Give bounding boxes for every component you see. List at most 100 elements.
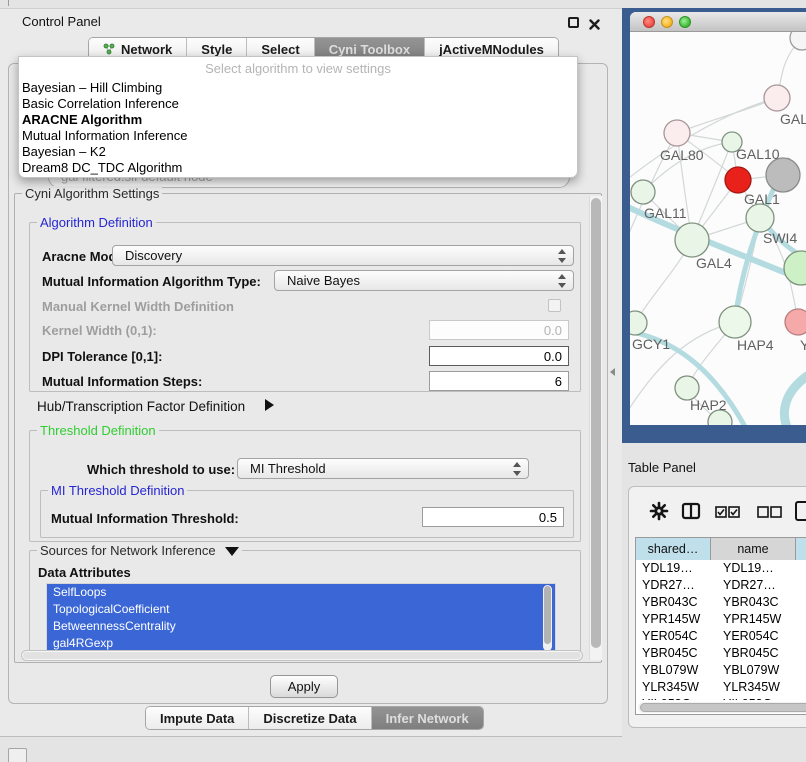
- settings-horizontal-scrollbar-thumb[interactable]: [23, 652, 581, 659]
- function-builder-icon[interactable]: [795, 501, 806, 526]
- algorithm-option[interactable]: Mutual Information Inference: [19, 128, 577, 144]
- table-row[interactable]: YBR045CYBR045C9.: [636, 645, 806, 662]
- column-header-partial[interactable]: [796, 538, 806, 560]
- stepper-icon: [512, 462, 521, 476]
- network-node[interactable]: [764, 85, 790, 111]
- which-threshold-select[interactable]: MI Threshold: [237, 458, 529, 479]
- split-columns-icon[interactable]: [681, 501, 701, 526]
- apply-button[interactable]: Apply: [270, 675, 338, 698]
- table-row[interactable]: YLR345WYLR345W9.: [636, 679, 806, 696]
- algorithm-option[interactable]: Bayesian – K2: [19, 144, 577, 160]
- settings-vertical-scrollbar: [589, 196, 602, 660]
- table-row[interactable]: YBR043CYBR043C: [636, 594, 806, 611]
- algorithm-option[interactable]: Dream8 DC_TDC Algorithm: [19, 160, 577, 176]
- checked-columns-icon[interactable]: [715, 505, 741, 523]
- table-cell: YIL053C: [711, 696, 796, 700]
- network-node[interactable]: [675, 223, 709, 257]
- hub-section-label: Hub/Transcription Factor Definition: [37, 399, 245, 414]
- tab-jactivemnodules-label: jActiveMNodules: [439, 42, 544, 57]
- network-node[interactable]: [719, 306, 751, 338]
- mi-threshold-group: MI Threshold Definition Mutual Informati…: [40, 490, 574, 538]
- network-window-titlebar[interactable]: [630, 12, 806, 32]
- algorithm-option[interactable]: Basic Correlation Inference: [19, 96, 577, 112]
- table-horizontal-scrollbar-thumb[interactable]: [640, 703, 806, 712]
- network-node[interactable]: [664, 120, 690, 146]
- settings-vertical-scrollbar-thumb[interactable]: [591, 198, 601, 648]
- table-cell: 9.: [796, 645, 806, 662]
- attributes-scrollbar-thumb[interactable]: [544, 586, 551, 644]
- tab-discretize-data-label: Discretize Data: [263, 711, 356, 726]
- table-cell: YDR27…: [711, 577, 796, 594]
- table-row[interactable]: YPR145WYPR145W9.: [636, 611, 806, 628]
- table-row[interactable]: YBL079WYBL079W: [636, 662, 806, 679]
- mi-threshold-label: Mutual Information Threshold:: [51, 511, 239, 526]
- data-attributes-list: SelfLoopsTopologicalCoefficientBetweenne…: [46, 583, 556, 655]
- algorithm-list: Bayesian – Hill ClimbingBasic Correlatio…: [19, 80, 577, 176]
- network-node[interactable]: [725, 167, 751, 193]
- table-cell: 8.: [796, 628, 806, 645]
- network-edge-highlighted: [784, 374, 806, 425]
- network-node[interactable]: [746, 204, 774, 232]
- network-node-label: GAL4: [696, 255, 732, 271]
- network-node-label: HAP2: [690, 397, 727, 413]
- algorithm-option[interactable]: Bayesian – Hill Climbing: [19, 80, 577, 96]
- minimized-panel-button[interactable]: [8, 748, 27, 762]
- network-node[interactable]: [785, 309, 806, 335]
- column-header-shared-name[interactable]: shared…: [636, 538, 711, 560]
- table-cell: YER054C: [711, 628, 796, 645]
- column-header-name[interactable]: name: [711, 538, 796, 560]
- panel-splitter-collapse-arrow[interactable]: [610, 368, 615, 376]
- collapse-arrow-icon[interactable]: [225, 547, 239, 556]
- algorithm-option[interactable]: ARACNE Algorithm: [19, 112, 577, 128]
- table-header-row: shared… name: [636, 538, 806, 560]
- network-node[interactable]: [631, 180, 655, 204]
- network-node[interactable]: [766, 158, 800, 192]
- algorithm-dropdown-popup: Select algorithm to view settings Bayesi…: [18, 56, 578, 178]
- tab-infer-network[interactable]: Infer Network: [372, 707, 483, 729]
- tab-impute-data[interactable]: Impute Data: [146, 707, 249, 729]
- close-icon: [589, 19, 600, 30]
- network-canvas[interactable]: GALGAL80GAL10GAL11GAL1SWI4GAL4GCY1HAP4YH…: [630, 32, 806, 425]
- sources-title: Sources for Network Inference: [37, 543, 242, 558]
- unchecked-columns-icon[interactable]: [757, 505, 783, 523]
- table-cell: 9: [796, 696, 806, 700]
- network-node-label: SWI4: [763, 230, 797, 246]
- mi-threshold-field[interactable]: 0.5: [422, 507, 564, 527]
- aracne-mode-select[interactable]: Discovery: [112, 245, 574, 266]
- table-cell: YBL079W: [636, 662, 711, 679]
- network-node[interactable]: [630, 311, 647, 335]
- float-panel-button[interactable]: [568, 17, 579, 28]
- network-node-label: GAL: [780, 111, 806, 127]
- close-panel-button[interactable]: [589, 17, 600, 28]
- network-node-label: HAP4: [737, 337, 774, 353]
- table-row[interactable]: YER054CYER054C8.: [636, 628, 806, 645]
- mi-steps-value: 6: [555, 374, 562, 389]
- table-row[interactable]: YDL19…YDL19…13: [636, 560, 806, 577]
- network-edge: [630, 98, 777, 182]
- network-icon: [103, 43, 115, 55]
- tab-select-label: Select: [261, 42, 299, 57]
- screen: Control Panel Network: [0, 0, 806, 762]
- table-horizontal-scrollbar: [638, 702, 806, 713]
- tab-discretize-data[interactable]: Discretize Data: [249, 707, 371, 729]
- close-window-icon[interactable]: [643, 16, 655, 28]
- network-node-label: GAL80: [660, 147, 704, 163]
- network-edge: [677, 98, 777, 133]
- table-row[interactable]: YDR27…YDR27…12: [636, 577, 806, 594]
- gear-icon[interactable]: [649, 501, 669, 526]
- data-attribute-item[interactable]: BetweennessCentrality: [47, 618, 555, 635]
- dpi-tolerance-field[interactable]: 0.0: [429, 346, 569, 366]
- network-node[interactable]: [784, 251, 806, 285]
- data-attribute-item[interactable]: TopologicalCoefficient: [47, 601, 555, 618]
- minimize-window-icon[interactable]: [661, 16, 673, 28]
- zoom-window-icon[interactable]: [679, 16, 691, 28]
- table-cell: YDL19…: [636, 560, 711, 577]
- mi-steps-field[interactable]: 6: [429, 371, 569, 391]
- table-row[interactable]: YIL053CYIL053C9: [636, 696, 806, 700]
- table-cell: YER054C: [636, 628, 711, 645]
- data-attribute-item[interactable]: SelfLoops: [47, 584, 555, 601]
- threshold-definition-title: Threshold Definition: [37, 423, 159, 438]
- mi-type-select[interactable]: Naive Bayes: [274, 270, 574, 291]
- expand-arrow-icon[interactable]: [265, 399, 274, 411]
- network-node[interactable]: [790, 32, 806, 50]
